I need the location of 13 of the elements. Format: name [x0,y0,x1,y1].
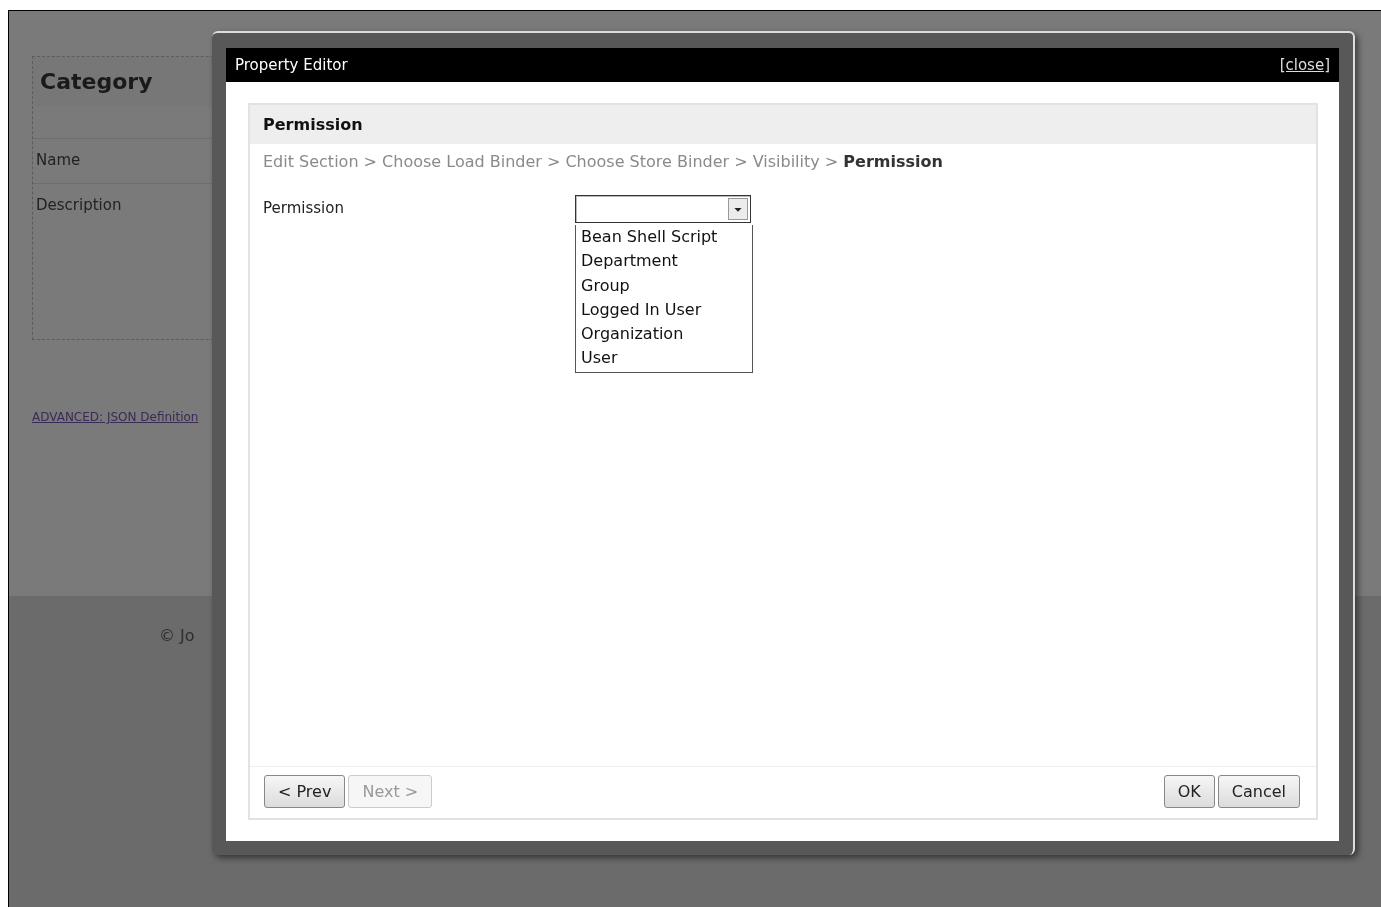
dropdown-option[interactable]: Group [581,273,752,298]
dropdown-option[interactable]: Bean Shell Script [581,225,752,250]
dropdown-option[interactable]: User [581,346,752,371]
action-button[interactable]: OK [1163,775,1215,808]
section-title: Permission [250,105,1316,144]
nav-button[interactable]: < Prev [264,775,346,808]
dropdown-option[interactable]: Logged In User [581,297,752,323]
action-button[interactable]: Cancel [1217,775,1300,808]
dropdown-option[interactable]: Department [581,249,752,274]
permission-select[interactable] [575,195,751,223]
dropdown-option[interactable]: Organization [581,322,752,347]
copyright-text: © Jo [159,626,195,645]
close-link[interactable]: [close] [1279,56,1330,74]
